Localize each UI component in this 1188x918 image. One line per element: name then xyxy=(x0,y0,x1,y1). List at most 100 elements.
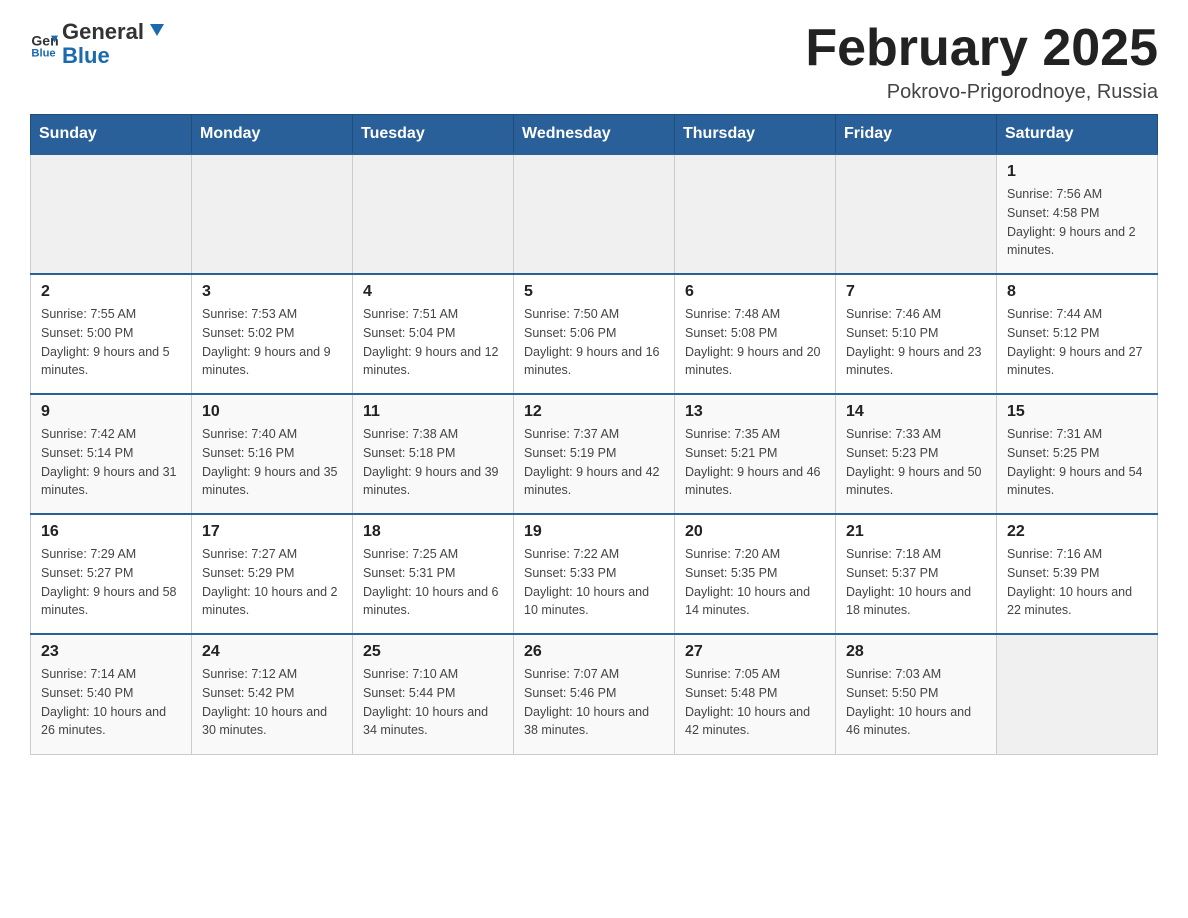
day-number: 3 xyxy=(202,283,342,301)
day-info: Sunrise: 7:14 AMSunset: 5:40 PMDaylight:… xyxy=(41,665,181,740)
day-number: 14 xyxy=(846,403,986,421)
day-info: Sunrise: 7:29 AMSunset: 5:27 PMDaylight:… xyxy=(41,545,181,620)
day-info: Sunrise: 7:37 AMSunset: 5:19 PMDaylight:… xyxy=(524,425,664,500)
day-info: Sunrise: 7:55 AMSunset: 5:00 PMDaylight:… xyxy=(41,305,181,380)
table-row: 25 Sunrise: 7:10 AMSunset: 5:44 PMDayligh… xyxy=(353,634,514,754)
table-row: 23 Sunrise: 7:14 AMSunset: 5:40 PMDayligh… xyxy=(31,634,192,754)
day-info: Sunrise: 7:56 AMSunset: 4:58 PMDaylight:… xyxy=(1007,185,1147,260)
day-number: 12 xyxy=(524,403,664,421)
day-number: 5 xyxy=(524,283,664,301)
calendar-week-row: 16 Sunrise: 7:29 AMSunset: 5:27 PMDayligh… xyxy=(31,514,1158,634)
day-info: Sunrise: 7:10 AMSunset: 5:44 PMDaylight:… xyxy=(363,665,503,740)
day-info: Sunrise: 7:31 AMSunset: 5:25 PMDaylight:… xyxy=(1007,425,1147,500)
day-info: Sunrise: 7:07 AMSunset: 5:46 PMDaylight:… xyxy=(524,665,664,740)
calendar-week-row: 1 Sunrise: 7:56 AMSunset: 4:58 PMDaylight… xyxy=(31,154,1158,274)
day-info: Sunrise: 7:20 AMSunset: 5:35 PMDaylight:… xyxy=(685,545,825,620)
day-number: 16 xyxy=(41,523,181,541)
table-row: 26 Sunrise: 7:07 AMSunset: 5:46 PMDayligh… xyxy=(514,634,675,754)
day-info: Sunrise: 7:51 AMSunset: 5:04 PMDaylight:… xyxy=(363,305,503,380)
table-row xyxy=(514,154,675,274)
logo-text-blue: Blue xyxy=(62,43,110,68)
day-info: Sunrise: 7:48 AMSunset: 5:08 PMDaylight:… xyxy=(685,305,825,380)
table-row: 15 Sunrise: 7:31 AMSunset: 5:25 PMDayligh… xyxy=(997,394,1158,514)
logo-icon: General Blue xyxy=(30,30,58,58)
day-number: 6 xyxy=(685,283,825,301)
col-friday: Friday xyxy=(836,115,997,155)
day-number: 26 xyxy=(524,643,664,661)
col-wednesday: Wednesday xyxy=(514,115,675,155)
day-number: 22 xyxy=(1007,523,1147,541)
table-row xyxy=(836,154,997,274)
table-row: 18 Sunrise: 7:25 AMSunset: 5:31 PMDayligh… xyxy=(353,514,514,634)
table-row: 6 Sunrise: 7:48 AMSunset: 5:08 PMDaylight… xyxy=(675,274,836,394)
table-row: 4Sunrise: 7:51 AMSunset: 5:04 PMDaylight… xyxy=(353,274,514,394)
table-row: 17 Sunrise: 7:27 AMSunset: 5:29 PMDayligh… xyxy=(192,514,353,634)
day-number: 21 xyxy=(846,523,986,541)
logo-triangle-icon xyxy=(146,20,168,42)
day-number: 17 xyxy=(202,523,342,541)
col-saturday: Saturday xyxy=(997,115,1158,155)
calendar-week-row: 2 Sunrise: 7:55 AMSunset: 5:00 PMDaylight… xyxy=(31,274,1158,394)
month-title: February 2025 xyxy=(805,20,1158,77)
day-number: 1 xyxy=(1007,163,1147,181)
day-number: 7 xyxy=(846,283,986,301)
table-row xyxy=(997,634,1158,754)
table-row: 2 Sunrise: 7:55 AMSunset: 5:00 PMDaylight… xyxy=(31,274,192,394)
day-info: Sunrise: 7:25 AMSunset: 5:31 PMDaylight:… xyxy=(363,545,503,620)
table-row xyxy=(31,154,192,274)
day-number: 8 xyxy=(1007,283,1147,301)
table-row: 16 Sunrise: 7:29 AMSunset: 5:27 PMDayligh… xyxy=(31,514,192,634)
table-row: 13Sunrise: 7:35 AMSunset: 5:21 PMDayligh… xyxy=(675,394,836,514)
day-info: Sunrise: 7:12 AMSunset: 5:42 PMDaylight:… xyxy=(202,665,342,740)
table-row: 28 Sunrise: 7:03 AMSunset: 5:50 PMDayligh… xyxy=(836,634,997,754)
day-number: 19 xyxy=(524,523,664,541)
day-number: 10 xyxy=(202,403,342,421)
day-number: 11 xyxy=(363,403,503,421)
table-row: 9 Sunrise: 7:42 AMSunset: 5:14 PMDaylight… xyxy=(31,394,192,514)
day-info: Sunrise: 7:42 AMSunset: 5:14 PMDaylight:… xyxy=(41,425,181,500)
day-info: Sunrise: 7:35 AMSunset: 5:21 PMDaylight:… xyxy=(685,425,825,500)
day-info: Sunrise: 7:38 AMSunset: 5:18 PMDaylight:… xyxy=(363,425,503,500)
page-header: General Blue General Blue February 2025 … xyxy=(30,20,1158,104)
table-row: 7Sunrise: 7:46 AMSunset: 5:10 PMDaylight… xyxy=(836,274,997,394)
table-row: 1 Sunrise: 7:56 AMSunset: 4:58 PMDaylight… xyxy=(997,154,1158,274)
table-row: 5 Sunrise: 7:50 AMSunset: 5:06 PMDaylight… xyxy=(514,274,675,394)
day-info: Sunrise: 7:40 AMSunset: 5:16 PMDaylight:… xyxy=(202,425,342,500)
day-info: Sunrise: 7:03 AMSunset: 5:50 PMDaylight:… xyxy=(846,665,986,740)
day-info: Sunrise: 7:05 AMSunset: 5:48 PMDaylight:… xyxy=(685,665,825,740)
day-info: Sunrise: 7:44 AMSunset: 5:12 PMDaylight:… xyxy=(1007,305,1147,380)
day-info: Sunrise: 7:22 AMSunset: 5:33 PMDaylight:… xyxy=(524,545,664,620)
day-number: 24 xyxy=(202,643,342,661)
day-number: 27 xyxy=(685,643,825,661)
day-info: Sunrise: 7:33 AMSunset: 5:23 PMDaylight:… xyxy=(846,425,986,500)
day-number: 25 xyxy=(363,643,503,661)
day-number: 15 xyxy=(1007,403,1147,421)
calendar-week-row: 23 Sunrise: 7:14 AMSunset: 5:40 PMDayligh… xyxy=(31,634,1158,754)
day-info: Sunrise: 7:50 AMSunset: 5:06 PMDaylight:… xyxy=(524,305,664,380)
table-row: 20 Sunrise: 7:20 AMSunset: 5:35 PMDayligh… xyxy=(675,514,836,634)
day-number: 18 xyxy=(363,523,503,541)
svg-text:Blue: Blue xyxy=(31,48,55,58)
table-row: 8 Sunrise: 7:44 AMSunset: 5:12 PMDaylight… xyxy=(997,274,1158,394)
title-block: February 2025 Pokrovo-Prigorodnoye, Russ… xyxy=(805,20,1158,104)
col-tuesday: Tuesday xyxy=(353,115,514,155)
day-number: 9 xyxy=(41,403,181,421)
day-number: 23 xyxy=(41,643,181,661)
location-subtitle: Pokrovo-Prigorodnoye, Russia xyxy=(805,81,1158,104)
calendar-table: Sunday Monday Tuesday Wednesday Thursday… xyxy=(30,114,1158,755)
table-row: 24 Sunrise: 7:12 AMSunset: 5:42 PMDayligh… xyxy=(192,634,353,754)
table-row: 22 Sunrise: 7:16 AMSunset: 5:39 PMDayligh… xyxy=(997,514,1158,634)
table-row: 14 Sunrise: 7:33 AMSunset: 5:23 PMDayligh… xyxy=(836,394,997,514)
day-number: 28 xyxy=(846,643,986,661)
day-info: Sunrise: 7:18 AMSunset: 5:37 PMDaylight:… xyxy=(846,545,986,620)
day-info: Sunrise: 7:16 AMSunset: 5:39 PMDaylight:… xyxy=(1007,545,1147,620)
day-info: Sunrise: 7:27 AMSunset: 5:29 PMDaylight:… xyxy=(202,545,342,620)
col-monday: Monday xyxy=(192,115,353,155)
table-row: 10 Sunrise: 7:40 AMSunset: 5:16 PMDayligh… xyxy=(192,394,353,514)
day-number: 2 xyxy=(41,283,181,301)
day-number: 20 xyxy=(685,523,825,541)
table-row: 27 Sunrise: 7:05 AMSunset: 5:48 PMDayligh… xyxy=(675,634,836,754)
day-info: Sunrise: 7:53 AMSunset: 5:02 PMDaylight:… xyxy=(202,305,342,380)
logo-text-general: General xyxy=(62,20,144,44)
table-row: 19 Sunrise: 7:22 AMSunset: 5:33 PMDayligh… xyxy=(514,514,675,634)
